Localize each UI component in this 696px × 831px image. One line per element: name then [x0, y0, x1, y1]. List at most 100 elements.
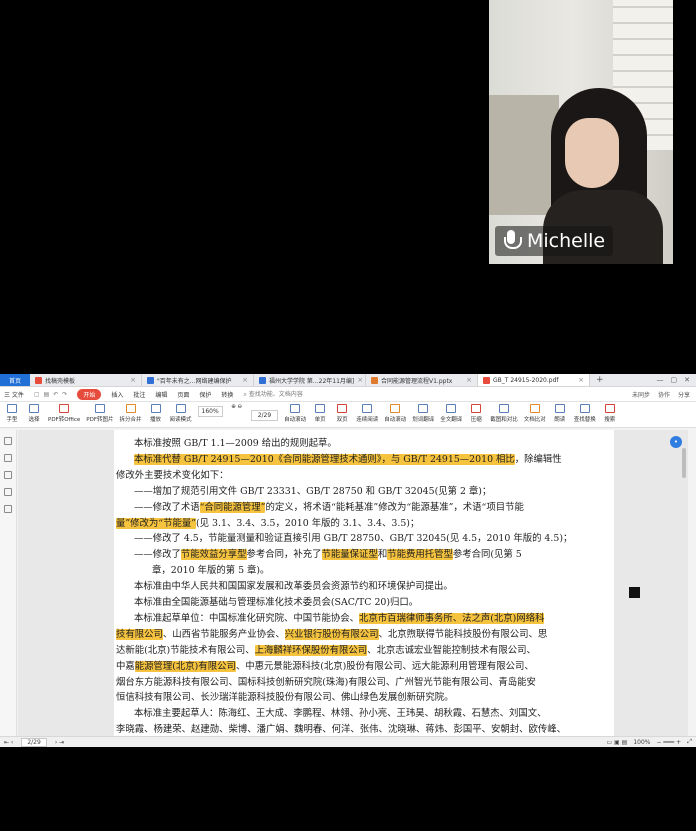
document-tab[interactable]: 合同能源管理流程V1.pptx × [366, 374, 478, 386]
line-text: 本标准由中华人民共和国国家发展和改革委员会资源节约和环境保护司提出。 [134, 581, 453, 593]
search-field[interactable]: ⌕ 查找功能、文档内容 [243, 389, 302, 399]
ribbon-button[interactable]: PDF转Office [48, 404, 80, 423]
menu-start[interactable]: 开始 [77, 388, 102, 400]
close-window-icon[interactable]: ✕ [684, 376, 690, 384]
ribbon-label: 自动滚动 [284, 417, 307, 423]
menu-item[interactable]: 转换 [221, 390, 233, 399]
close-tab-icon[interactable]: × [357, 376, 363, 384]
left-sidebar [0, 430, 17, 736]
ribbon-button[interactable]: 自动滚动 [384, 404, 406, 423]
menu-right-item[interactable]: 分享 [678, 390, 690, 399]
new-tab-button[interactable]: + [590, 374, 610, 386]
ribbon-button[interactable]: 拆分合并 [120, 404, 142, 423]
document-line: 本标准由全国能源基础与管理标准化技术委员会(SAC/TC 20)归口。 [134, 595, 418, 610]
ribbon-label: 播放 [150, 417, 162, 423]
minimize-icon[interactable]: — [657, 376, 664, 384]
ribbon-button[interactable]: 截图和对比 [490, 404, 518, 423]
close-tab-icon[interactable]: × [242, 376, 248, 384]
file-type-icon [371, 376, 378, 384]
line-text: 李晓霞、杨建荣、赵建勋、柴博、潘广娟、魏明春、何洋、张伟、沈晓琳、蒋炜、彭国平、… [116, 724, 567, 736]
ribbon-button[interactable]: 阅读模式 [170, 404, 192, 423]
undo-icon[interactable]: ↶ [53, 391, 58, 398]
vertical-scrollbar-thumb[interactable] [682, 448, 686, 478]
menu-item[interactable]: 编辑 [155, 390, 167, 399]
comment-icon[interactable] [4, 471, 12, 479]
save-icon[interactable]: ▢ [34, 391, 40, 398]
ribbon-button[interactable]: 双页 [334, 404, 350, 423]
line-text: ——修改了 [134, 549, 181, 561]
ribbon-button[interactable]: 朗读 [552, 404, 568, 423]
ribbon-icon [29, 404, 39, 413]
zoom-in-icon[interactable]: ⊕ ⊖ [231, 404, 242, 410]
document-line: 李晓霞、杨建荣、赵建勋、柴博、潘广娟、魏明春、何洋、张伟、沈晓琳、蒋炜、彭国平、… [116, 722, 566, 736]
ribbon-label: 阅读模式 [169, 417, 192, 423]
bookmark-icon[interactable] [4, 437, 12, 445]
document-tab[interactable]: "百年未有之...网络建编保护 × [142, 374, 254, 386]
view-mode-icon[interactable]: ▭ ▣ ▤ [606, 739, 627, 746]
ribbon-label: 双页 [336, 417, 348, 423]
menu-right-item[interactable]: 协作 [658, 390, 670, 399]
ribbon-label: 搜索 [604, 417, 616, 423]
menu-item[interactable]: 插入 [111, 390, 123, 399]
document-line: ——修改了节能效益分享型参考合同，补充了节能量保证型和节能费用托管型参考合同(见… [134, 547, 522, 562]
document-tab[interactable]: 福州大学学院 第...22年11月编] × [254, 374, 366, 386]
tab-label: 合同能源管理流程V1.pptx [381, 377, 453, 385]
highlighted-text: 兴业银行股份有限公司 [284, 628, 379, 640]
ribbon-button[interactable]: 选择 [26, 404, 42, 423]
document-line: 达新能(北京)节能技术有限公司、上海麟祥环保股份有限公司、北京志诚宏业智能控制技… [116, 643, 536, 658]
tab-home[interactable]: 首页 [0, 374, 30, 386]
menu-item[interactable]: 页面 [177, 390, 189, 399]
ribbon-button[interactable]: PDF转图片 [86, 404, 114, 423]
ribbon-button[interactable]: 划词翻译 [412, 404, 434, 423]
maximize-icon[interactable]: ▢ [671, 376, 678, 384]
assistant-icon[interactable]: • [670, 436, 682, 448]
redo-icon[interactable]: ↷ [62, 391, 67, 398]
ribbon-icon [94, 404, 105, 413]
line-text: 参考合同，补充了 [246, 549, 322, 561]
close-tab-icon[interactable]: × [466, 376, 472, 384]
document-tab[interactable]: GB_T 24915-2020.pdf × [478, 374, 590, 386]
menu-items: 插入 批注 编辑 页面 保护 转换 [111, 390, 233, 399]
tab-label: GB_T 24915-2020.pdf [493, 376, 559, 384]
menu-right-item[interactable]: 未同步 [632, 390, 650, 399]
print-icon[interactable]: ▤ [44, 391, 50, 398]
file-menu[interactable]: 三 文件 [4, 390, 24, 399]
attachment-icon[interactable] [4, 488, 12, 496]
ribbon-button[interactable]: 压缩 [468, 404, 484, 423]
menu-item[interactable]: 保护 [199, 390, 211, 399]
zoom-select[interactable]: 160% [197, 406, 223, 417]
ribbon-label: 拆分合并 [119, 417, 142, 423]
ribbon-label: 选择 [28, 417, 40, 423]
quick-access-toolbar: ▢ ▤ ↶ ↷ [34, 391, 67, 398]
document-line: 本标准起草单位：中国标准化研究院、中国节能协会、北京市百瑞律师事务所、法之声(北… [134, 611, 545, 626]
signature-icon[interactable] [4, 505, 12, 513]
menu-item[interactable]: 批注 [133, 390, 145, 399]
thumbnail-icon[interactable] [4, 454, 12, 462]
background-shelf [489, 95, 559, 215]
ribbon-icon [579, 404, 590, 413]
ribbon-button[interactable]: 自动滚动 [284, 404, 306, 423]
status-zoom[interactable]: 100% [633, 739, 650, 746]
ribbon-button[interactable]: 搜索 [602, 404, 618, 423]
status-page-field[interactable]: 2/29 [21, 737, 47, 747]
page-number-field[interactable]: 2/29 [250, 410, 279, 421]
fullscreen-icon[interactable]: ⤢ [687, 738, 692, 746]
next-page-icon[interactable]: › ⇥ [55, 739, 64, 746]
ribbon-button[interactable]: 单页 [312, 404, 328, 423]
ribbon-label: PDF转图片 [86, 417, 114, 423]
navigation-icon[interactable]: ⇤ ‹ [4, 739, 13, 746]
ribbon-button[interactable]: 手型 [4, 404, 20, 423]
close-tab-icon[interactable]: × [130, 376, 136, 384]
zoom-slider[interactable]: − ━━━ + [656, 739, 681, 746]
ribbon-button[interactable]: 文档比对 [524, 404, 546, 423]
ribbon-button[interactable]: 播放 [148, 404, 164, 423]
document-tab[interactable]: 找稿壳模板 × [30, 374, 142, 386]
status-right: ▭ ▣ ▤ 100% − ━━━ + ⤢ [606, 738, 692, 746]
ribbon-button[interactable]: 连续阅读 [356, 404, 378, 423]
pdf-page: 本标准按照 GB/T 1.1—2009 给出的规则起草。 本标准代替 GB/T 2… [114, 430, 614, 736]
close-tab-icon[interactable]: × [578, 376, 584, 384]
ribbon-group-view: 自动滚动 单页 双页 连续阅读 自动滚动 划词翻译 全文翻译 压缩 截图和对比 文档比对 朗读 查找替… [284, 404, 618, 423]
ribbon-button[interactable]: 查找替换 [574, 404, 596, 423]
line-text: 烟台东方能源科技有限公司、国标科技创新研究院(珠海)有限公司、广州智光节能有限公… [116, 676, 536, 688]
ribbon-button[interactable]: 全文翻译 [440, 404, 462, 423]
